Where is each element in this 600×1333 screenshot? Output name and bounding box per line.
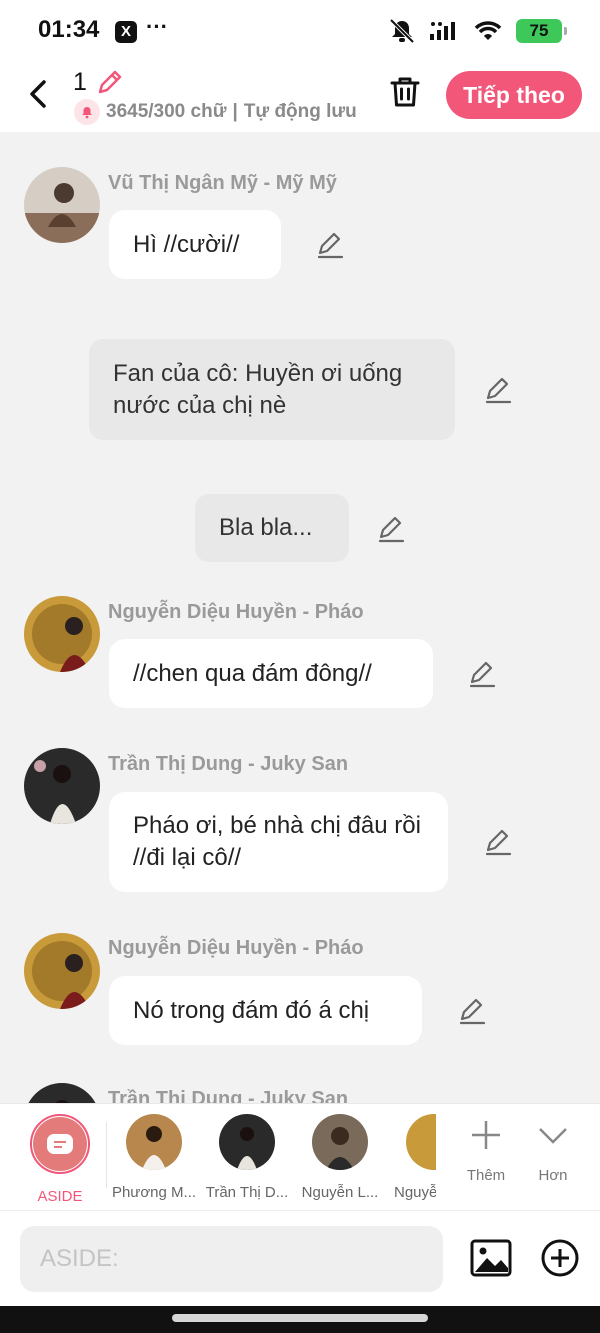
- image-icon[interactable]: [470, 1238, 512, 1278]
- role-label: Nguyễ: [394, 1184, 436, 1201]
- avatar[interactable]: [24, 167, 100, 243]
- speaker-name: Nguyễn Diệu Huyền - Pháo: [108, 601, 364, 623]
- speaker-name: Vũ Thị Ngân Mỹ - Mỹ Mỹ: [108, 172, 337, 194]
- autosave-label: Tự động lưu: [243, 101, 357, 122]
- aside-avatar: [30, 1114, 90, 1174]
- system-nav-bar: [0, 1306, 600, 1333]
- home-indicator[interactable]: [172, 1314, 428, 1322]
- role-label: Phương M...: [111, 1184, 197, 1201]
- edit-message-icon[interactable]: [467, 659, 497, 689]
- narration-bubble[interactable]: Fan của cô: Huyền ơi uống nước của chị n…: [89, 339, 455, 440]
- message-bubble[interactable]: //chen qua đám đông//: [109, 639, 433, 708]
- status-bar: 01:34 X ··· 75: [0, 0, 600, 62]
- edit-message-icon[interactable]: [483, 375, 513, 405]
- mute-icon: [389, 18, 415, 44]
- word-count: 3645/300 chữ: [106, 101, 227, 122]
- role-selector: ASIDE Phương M... Trần Thị D... Nguyễn L…: [0, 1103, 600, 1210]
- role-label: Trần Thị D...: [205, 1184, 289, 1201]
- chevron-down-icon: [539, 1128, 567, 1144]
- divider: [106, 1122, 107, 1188]
- more-roles-button[interactable]: Hơn: [523, 1118, 583, 1184]
- word-count-row: 3645/300 chữ | Tự động lưu: [74, 99, 357, 125]
- edit-title-icon[interactable]: [94, 68, 124, 98]
- message-text: Pháo ơi, bé nhà chị đâu rồi //đi lại cô/…: [133, 812, 421, 871]
- edit-message-icon[interactable]: [376, 514, 406, 544]
- message-text: //chen qua đám đông//: [133, 659, 372, 687]
- status-time: 01:34: [38, 16, 100, 43]
- avatar[interactable]: [24, 748, 100, 824]
- role-label: ASIDE: [37, 1188, 83, 1205]
- message-bubble[interactable]: Nó trong đám đó á chị: [109, 976, 422, 1045]
- x-app-icon: X: [115, 21, 137, 43]
- edit-message-icon[interactable]: [315, 230, 345, 260]
- message-text: Hì //cười//: [133, 230, 240, 258]
- avatar[interactable]: [24, 933, 100, 1009]
- message-text: Nó trong đám đó á chị: [133, 996, 370, 1024]
- role-avatar: [219, 1114, 275, 1170]
- status-icons: 75: [388, 18, 567, 44]
- role-aside[interactable]: ASIDE: [17, 1114, 103, 1205]
- add-role-button[interactable]: Thêm: [456, 1118, 516, 1184]
- role-avatar: [312, 1114, 368, 1170]
- signal-icon: [430, 22, 455, 40]
- narration-text: Fan của cô: Huyền ơi uống nước của chị n…: [113, 359, 403, 419]
- edit-message-icon[interactable]: [457, 996, 487, 1026]
- status-more-icon: ···: [146, 14, 168, 39]
- message-input[interactable]: [20, 1226, 443, 1292]
- speaker-name: Trần Thị Dung - Juky San: [108, 753, 349, 775]
- battery-icon: 75: [516, 19, 567, 43]
- role-character[interactable]: Nguyễn L...: [297, 1114, 383, 1201]
- editor-header: 1 3645/300 chữ | Tự động lưu Tiếp theo: [0, 62, 600, 132]
- avatar[interactable]: [24, 596, 100, 672]
- role-avatar: [126, 1114, 182, 1170]
- narration-bubble[interactable]: Bla bla...: [195, 494, 349, 562]
- message-bubble[interactable]: Pháo ơi, bé nhà chị đâu rồi //đi lại cô/…: [109, 792, 448, 892]
- more-label: Hơn: [538, 1167, 568, 1184]
- message-bubble[interactable]: Hì //cười//: [109, 210, 281, 279]
- role-label: Nguyễn L...: [301, 1184, 379, 1201]
- edit-message-icon[interactable]: [483, 827, 513, 857]
- add-circle-icon[interactable]: [540, 1238, 580, 1278]
- back-button[interactable]: [20, 74, 56, 114]
- role-character[interactable]: Nguyễ: [390, 1114, 436, 1201]
- speaker-name: Nguyễn Diệu Huyền - Pháo: [108, 937, 364, 959]
- next-button[interactable]: Tiếp theo: [446, 71, 582, 119]
- script-title: 1: [73, 68, 87, 96]
- plus-icon: [472, 1121, 500, 1149]
- add-label: Thêm: [466, 1167, 506, 1184]
- aside-icon: [47, 1134, 73, 1154]
- role-character[interactable]: Phương M...: [111, 1114, 197, 1201]
- role-avatar: [406, 1114, 436, 1170]
- delete-button[interactable]: [387, 74, 423, 110]
- wifi-icon: [474, 21, 502, 40]
- role-character[interactable]: Trần Thị D...: [204, 1114, 290, 1201]
- composer-bar: [0, 1210, 600, 1306]
- narration-text: Bla bla...: [219, 514, 313, 541]
- bell-icon: [74, 99, 100, 125]
- battery-level: 75: [529, 21, 549, 40]
- separator: |: [232, 101, 238, 122]
